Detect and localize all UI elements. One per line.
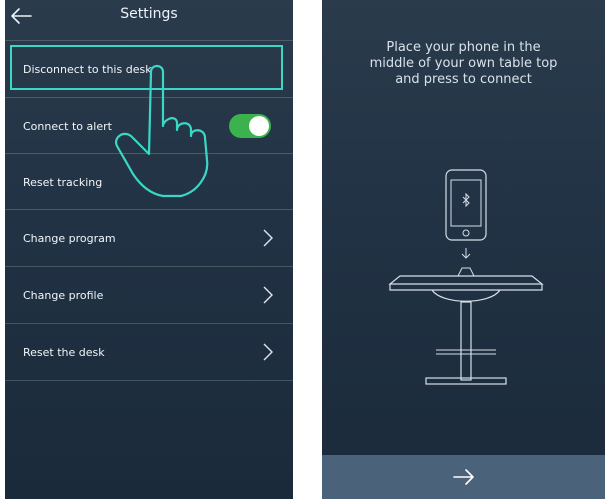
list-divider — [5, 380, 293, 381]
alert-toggle[interactable] — [229, 114, 271, 138]
chevron-right-icon — [263, 286, 273, 304]
connect-screen: Place your phone in the middle of your o… — [322, 0, 605, 499]
instruction-line: and press to connect — [395, 72, 532, 87]
desk-illustration — [388, 169, 544, 385]
instruction-line: middle of your own table top — [369, 56, 558, 71]
page-title: Settings — [120, 6, 178, 22]
down-arrow-icon — [461, 248, 471, 259]
next-arrow-icon — [452, 468, 476, 486]
chevron-right-icon — [263, 343, 273, 361]
bluetooth-icon — [462, 192, 470, 208]
reset-desk-row[interactable]: Reset the desk — [5, 323, 293, 380]
settings-header: Settings — [5, 0, 293, 36]
change-program-label: Change program — [23, 231, 116, 245]
desk-icon — [388, 267, 544, 385]
change-program-row[interactable]: Change program — [5, 209, 293, 266]
reset-desk-label: Reset the desk — [23, 345, 105, 359]
connect-alert-label: Connect to alert — [23, 119, 112, 133]
change-profile-row[interactable]: Change profile — [5, 266, 293, 323]
change-profile-label: Change profile — [23, 288, 104, 302]
reset-tracking-label: Reset tracking — [23, 175, 103, 189]
connect-button[interactable] — [322, 455, 605, 499]
hand-pointer-icon — [111, 64, 231, 202]
instruction-text: Place your phone in the middle of your o… — [342, 40, 585, 88]
instruction-line: Place your phone in the — [386, 40, 541, 55]
toggle-knob — [249, 116, 269, 136]
chevron-right-icon — [263, 229, 273, 247]
settings-screen: Settings Disconnect to this desk Connect… — [5, 0, 293, 499]
